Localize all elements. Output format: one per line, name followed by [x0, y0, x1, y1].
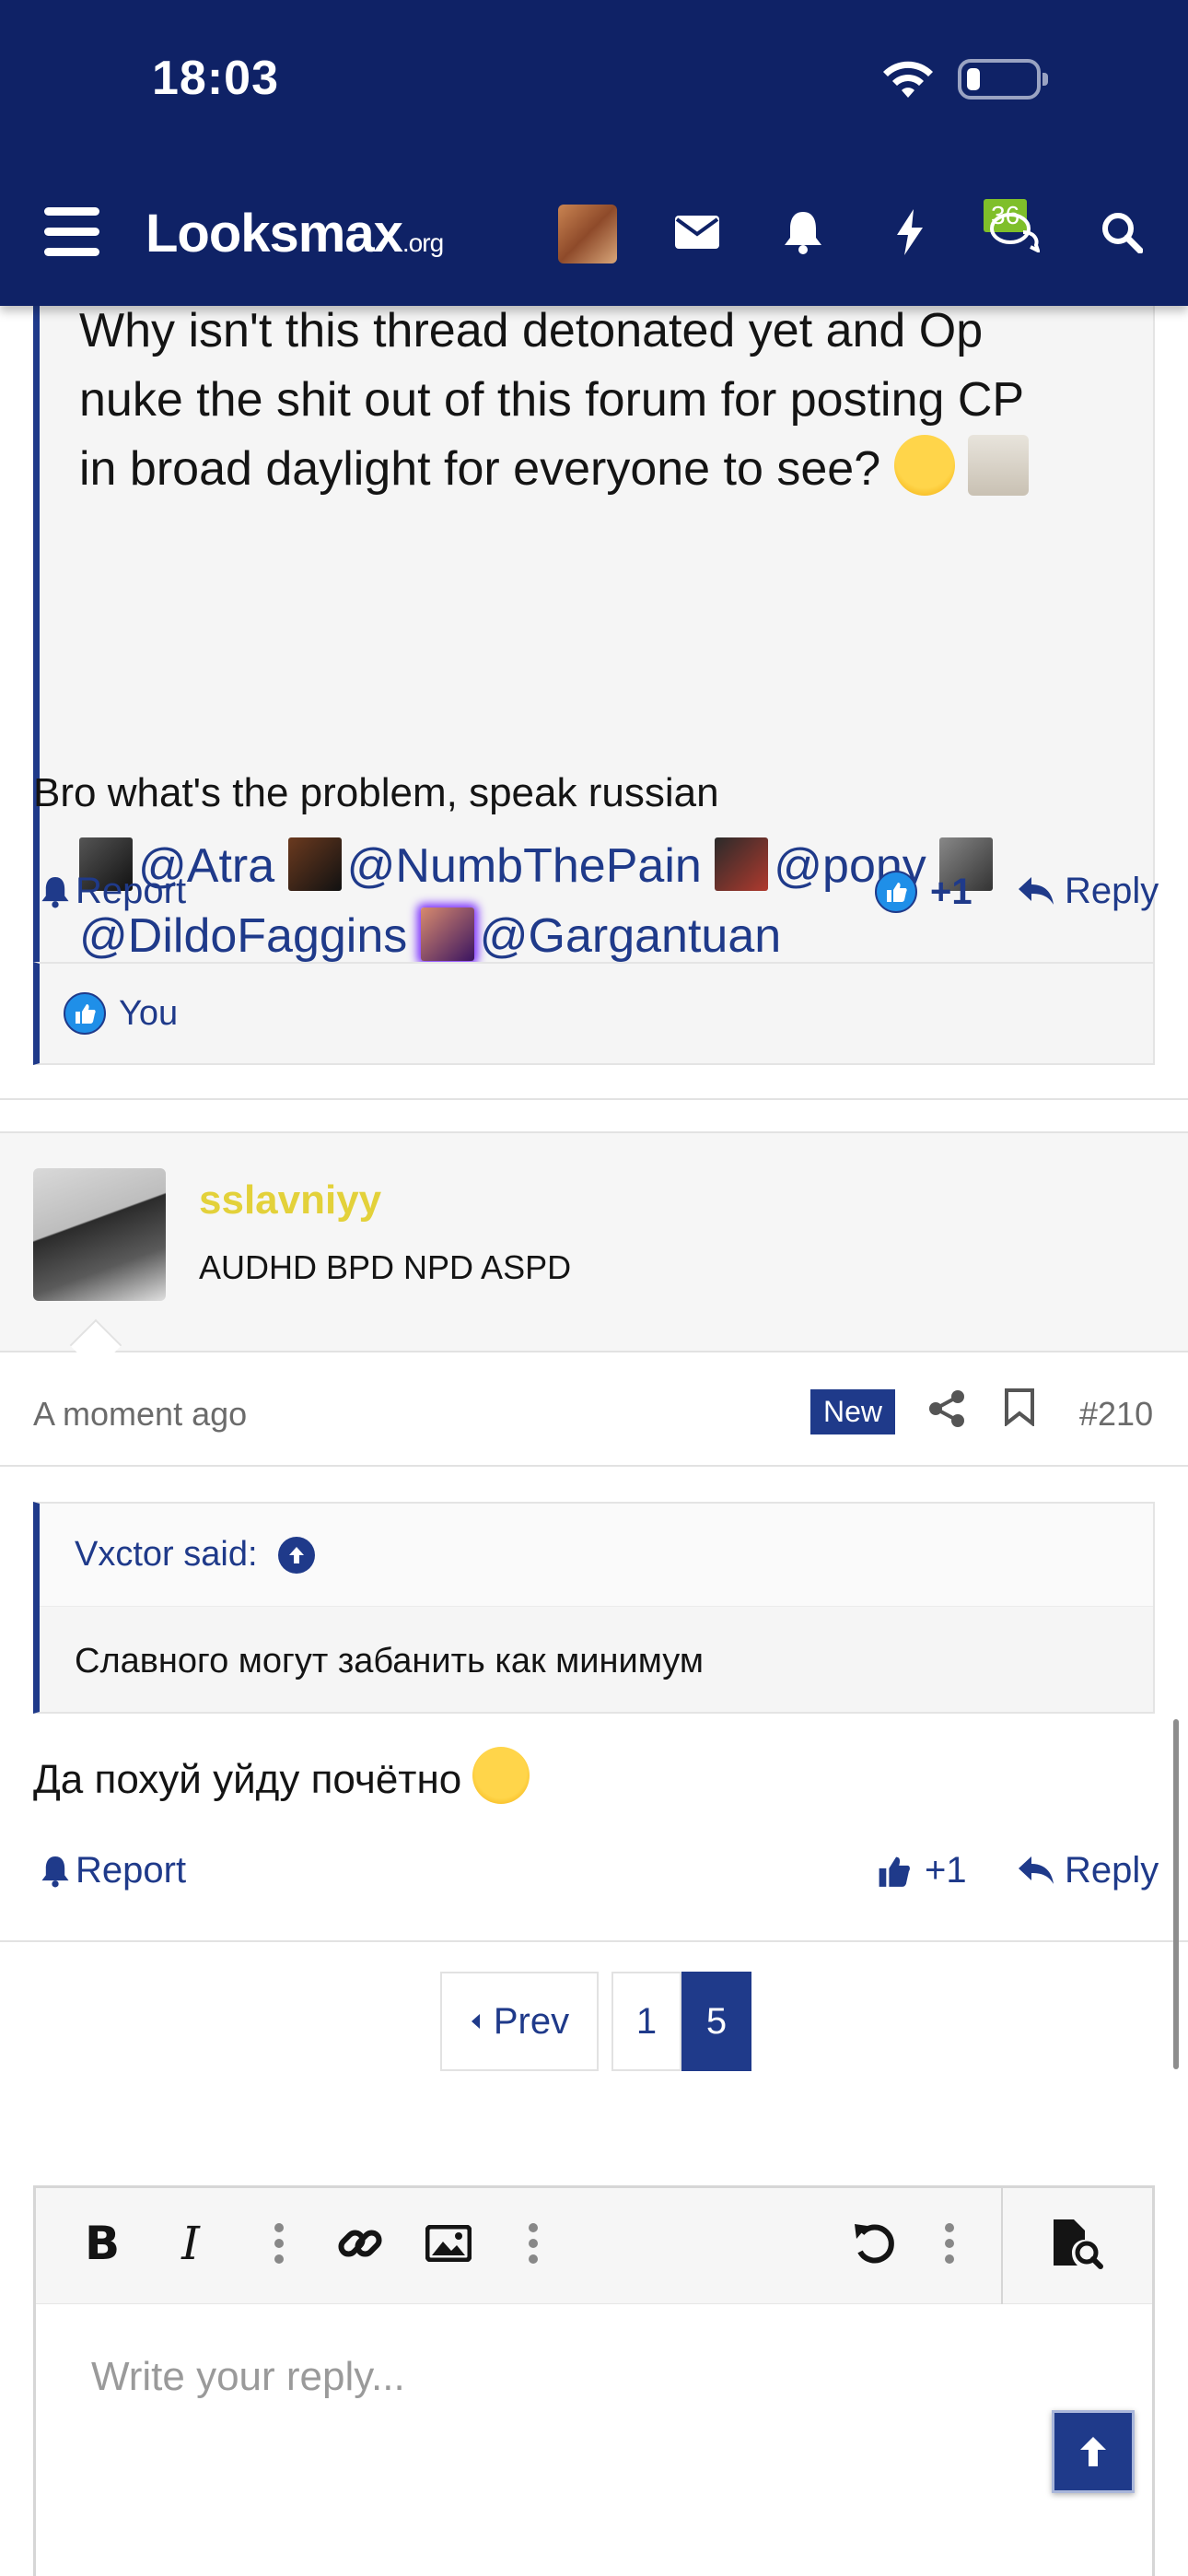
arrow-up-icon	[1080, 2437, 1106, 2466]
reactions-bar[interactable]: You	[33, 962, 1155, 1065]
more-vertical-icon[interactable]	[922, 2216, 977, 2271]
reply-editor: B I Write your reply...	[33, 2185, 1155, 2576]
post-time[interactable]: A moment ago	[33, 1395, 247, 1434]
quote-header[interactable]: Vxctor said:	[40, 1504, 1153, 1607]
search-icon[interactable]	[1094, 205, 1149, 260]
post-actions: Report +1 Reply	[0, 861, 1188, 926]
crying-emoji-icon	[893, 435, 955, 496]
meta-divider	[0, 1465, 1188, 1467]
more-vertical-icon[interactable]	[506, 2216, 561, 2271]
battery-icon	[958, 59, 1048, 100]
reply-button[interactable]: Reply	[1019, 1850, 1159, 1891]
editor-toolbar: B I	[36, 2188, 1152, 2304]
report-button[interactable]: Report	[41, 871, 186, 912]
user-title: AUDHD BPD NPD ASPD	[199, 1248, 572, 1286]
post-meta: A moment ago New #210	[0, 1378, 1188, 1443]
top-navigation-bar: 18:03 Looksmax.org 36	[0, 0, 1188, 306]
conversations-icon[interactable]	[987, 205, 1042, 260]
quote-author: Vxctor said:	[75, 1535, 258, 1574]
post-actions: Report +1 Reply	[0, 1841, 1188, 1905]
reply-icon	[1019, 1856, 1054, 1884]
reply-input[interactable]: Write your reply...	[91, 2354, 405, 2400]
post-number[interactable]: #210	[1079, 1395, 1153, 1434]
avatar[interactable]	[33, 1168, 166, 1301]
preview-icon[interactable]	[1049, 2216, 1104, 2271]
like-icon	[875, 871, 917, 913]
quoted-message: Vxctor said: Славного могут забанить как…	[33, 1502, 1155, 1714]
wifi-icon	[879, 57, 937, 104]
report-button[interactable]: Report	[41, 1850, 186, 1891]
user-info-block: sslavniyy AUDHD BPD NPD ASPD	[0, 1131, 1188, 1352]
post-divider	[0, 1940, 1188, 1942]
quote-line-1: Why isn't this thread detonated yet and …	[79, 304, 984, 357]
post-divider	[0, 1098, 1188, 1100]
undo-icon[interactable]	[846, 2216, 902, 2271]
scroll-to-top-button[interactable]	[1052, 2410, 1135, 2493]
quote-line-3: in broad daylight for everyone to see?	[79, 435, 1030, 504]
bell-icon	[41, 1856, 69, 1887]
bell-icon	[41, 876, 69, 907]
pagination: Prev 1 5	[440, 1972, 751, 2071]
current-page-button[interactable]: 5	[681, 1972, 751, 2071]
like-icon	[64, 992, 106, 1035]
reacted-by: You	[119, 993, 179, 1033]
italic-icon[interactable]: I	[163, 2216, 218, 2271]
share-icon[interactable]	[928, 1389, 965, 1433]
bold-icon[interactable]: B	[75, 2216, 130, 2271]
new-badge: New	[810, 1389, 896, 1434]
account-avatar[interactable]	[558, 205, 617, 263]
menu-icon[interactable]	[44, 207, 99, 256]
scrollbar[interactable]	[1173, 1719, 1179, 2069]
quote-body: Славного могут забанить как минимум	[75, 1642, 704, 1680]
arrow-up-icon	[277, 1536, 315, 1574]
like-button[interactable]: +1	[875, 871, 973, 913]
username[interactable]: sslavniyy	[199, 1177, 381, 1224]
like-button[interactable]: +1	[875, 1850, 967, 1891]
image-icon[interactable]	[421, 2216, 476, 2271]
prev-page-button[interactable]: Prev	[440, 1972, 599, 2071]
bell-icon[interactable]	[775, 205, 831, 260]
link-icon[interactable]	[332, 2216, 388, 2271]
quote-line-2: nuke the shit out of this forum for post…	[79, 373, 1025, 427]
cat-emoji-icon	[968, 435, 1030, 496]
rofl-emoji-icon	[472, 1747, 530, 1804]
thumbs-up-icon	[879, 1856, 910, 1887]
page-button[interactable]: 1	[611, 1972, 681, 2071]
post-body: Да похуй уйду почётно	[33, 1747, 530, 1804]
reply-icon	[1019, 876, 1054, 905]
envelope-icon[interactable]	[670, 205, 725, 260]
more-vertical-icon[interactable]	[251, 2216, 307, 2271]
reply-button[interactable]: Reply	[1019, 871, 1159, 912]
site-logo[interactable]: Looksmax.org	[146, 203, 444, 264]
post-body: Bro what's the problem, speak russian	[33, 770, 719, 815]
quoted-message: Why isn't this thread detonated yet and …	[33, 295, 1155, 1050]
caret-left-icon	[471, 2014, 480, 2029]
toolbar-separator	[1001, 2188, 1003, 2304]
status-bar-time: 18:03	[152, 52, 279, 105]
bolt-icon[interactable]	[882, 205, 938, 260]
bookmark-icon[interactable]	[1004, 1388, 1035, 1431]
